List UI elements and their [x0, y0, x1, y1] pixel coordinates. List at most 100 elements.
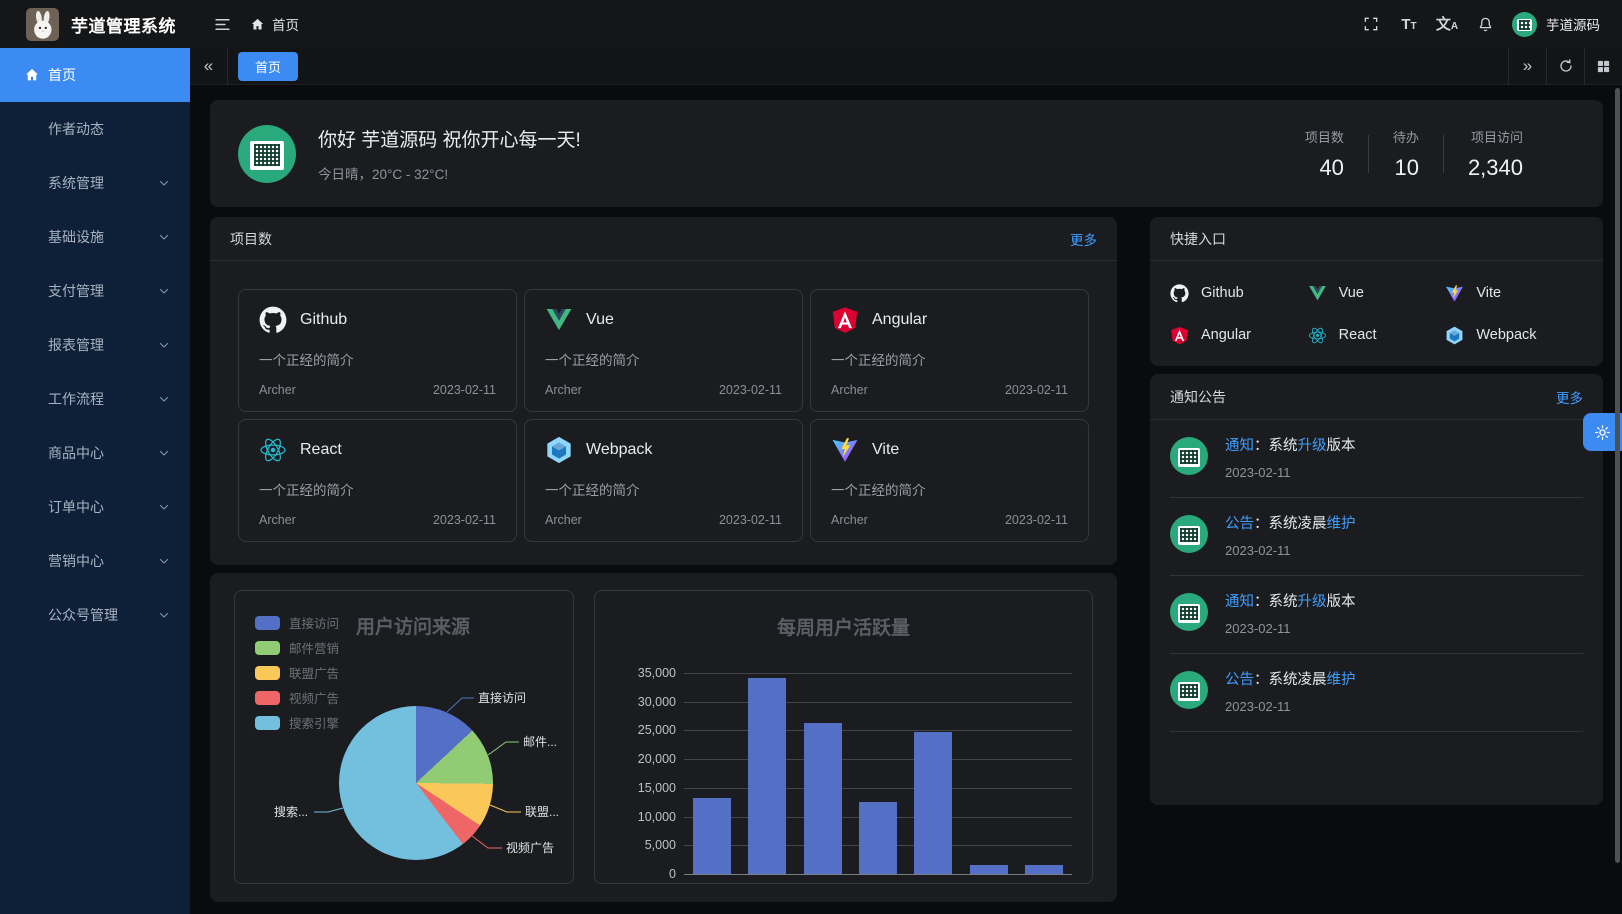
notice-text: 系统 — [1269, 438, 1298, 454]
project-name-row: React — [259, 436, 496, 464]
project-description: 一个正经的简介 — [259, 479, 496, 499]
tabs-scroll-left-icon[interactable]: « — [190, 48, 228, 85]
x-axis-tick-label: 周四 — [856, 879, 900, 884]
x-axis-labels: 周一周二周三周四周五周六周日 — [684, 879, 1072, 884]
notice-item[interactable]: 通知：系统升级版本2023-02-11 — [1170, 576, 1583, 654]
project-date: 2023-02-11 — [719, 383, 782, 397]
notice-link[interactable]: 公告 — [1225, 672, 1254, 688]
project-description: 一个正经的简介 — [545, 479, 782, 499]
shortcut-Vue[interactable]: Vue — [1308, 276, 1446, 310]
sidebar-item-报表管理[interactable]: 报表管理 — [0, 318, 190, 372]
sidebar-item-首页[interactable]: 首页 — [0, 48, 190, 102]
stat-label: 项目访问 — [1468, 127, 1523, 146]
notice-link[interactable]: 通知 — [1225, 594, 1254, 610]
notice-item[interactable]: 通知：系统升级版本2023-02-11 — [1170, 420, 1583, 498]
stat-label: 项目数 — [1305, 127, 1344, 146]
projects-more-link[interactable]: 更多 — [1070, 229, 1097, 249]
sidebar-item-商品中心[interactable]: 商品中心 — [0, 426, 190, 480]
bar-周三 — [804, 723, 842, 874]
notification-icon[interactable] — [1466, 0, 1504, 48]
shortcut-Angular[interactable]: Angular — [1170, 318, 1308, 352]
font-size-icon[interactable]: TT — [1390, 0, 1428, 48]
projects-card: 项目数 更多 Github一个正经的简介Archer2023-02-11Vue一… — [210, 217, 1117, 565]
sidebar-item-公众号管理[interactable]: 公众号管理 — [0, 588, 190, 642]
react-icon — [259, 436, 287, 464]
locale-icon[interactable]: 文A — [1428, 0, 1466, 48]
username[interactable]: 芋道源码 — [1546, 14, 1600, 34]
pie-chart: 用户访问来源 直接访问邮件营销联盟广告视频广告搜索引擎 直接访问邮件...联盟.… — [234, 590, 574, 884]
notice-item[interactable]: 公告：系统凌晨维护2023-02-11 — [1170, 498, 1583, 576]
shortcut-label: React — [1339, 327, 1377, 343]
sidebar-item-基础设施[interactable]: 基础设施 — [0, 210, 190, 264]
menu-fold-icon[interactable] — [210, 12, 234, 36]
user-avatar[interactable] — [1512, 12, 1537, 37]
notices-more-link[interactable]: 更多 — [1556, 387, 1583, 407]
content-columns: 项目数 更多 Github一个正经的简介Archer2023-02-11Vue一… — [210, 217, 1603, 902]
x-axis-tick-label: 周六 — [967, 879, 1011, 884]
project-card-Vite[interactable]: Vite一个正经的简介Archer2023-02-11 — [810, 419, 1089, 542]
pie-slice-label-邮件营销: 邮件... — [523, 735, 557, 749]
fullscreen-icon[interactable] — [1352, 0, 1390, 48]
scrollbar-thumb[interactable] — [1615, 88, 1620, 863]
greeting-stats: 项目数40待办10项目访问2,340 — [1281, 127, 1547, 181]
sidebar-item-订单中心[interactable]: 订单中心 — [0, 480, 190, 534]
notice-link[interactable]: 升级 — [1298, 594, 1327, 610]
notice-link[interactable]: 维护 — [1327, 516, 1356, 532]
projects-grid: Github一个正经的简介Archer2023-02-11Vue一个正经的简介A… — [238, 289, 1089, 542]
shortcut-Github[interactable]: Github — [1170, 276, 1308, 310]
notice-date: 2023-02-11 — [1225, 543, 1356, 558]
bar-周五 — [914, 732, 952, 874]
shortcut-label: Angular — [1201, 327, 1251, 343]
sidebar-item-支付管理[interactable]: 支付管理 — [0, 264, 190, 318]
shortcut-Webpack[interactable]: Webpack — [1445, 318, 1583, 352]
project-name: Webpack — [586, 441, 652, 459]
stat-value: 2,340 — [1468, 155, 1523, 181]
notice-title: 通知：系统升级版本 — [1225, 590, 1356, 611]
breadcrumb[interactable]: 首页 — [250, 14, 299, 34]
bar-周二 — [748, 678, 786, 874]
sidebar-item-label: 订单中心 — [48, 497, 104, 517]
x-axis-tick-label: 周一 — [690, 879, 734, 884]
layout-grid-icon[interactable] — [1584, 48, 1622, 85]
project-card-Angular[interactable]: Angular一个正经的简介Archer2023-02-11 — [810, 289, 1089, 412]
shortcut-Vite[interactable]: Vite — [1445, 276, 1583, 310]
sidebar-item-营销中心[interactable]: 营销中心 — [0, 534, 190, 588]
notice-link[interactable]: 升级 — [1298, 438, 1327, 454]
notice-item[interactable]: 公告：系统凌晨维护2023-02-11 — [1170, 654, 1583, 732]
project-author: Archer — [545, 513, 582, 527]
chevron-down-icon — [158, 447, 170, 459]
notice-link[interactable]: 维护 — [1327, 672, 1356, 688]
project-author: Archer — [545, 383, 582, 397]
notice-link[interactable]: 通知 — [1225, 438, 1254, 454]
project-card-Webpack[interactable]: Webpack一个正经的简介Archer2023-02-11 — [524, 419, 803, 542]
sidebar-item-系统管理[interactable]: 系统管理 — [0, 156, 190, 210]
left-column: 项目数 更多 Github一个正经的简介Archer2023-02-11Vue一… — [210, 217, 1117, 902]
sidebar-item-label: 商品中心 — [48, 443, 104, 463]
project-card-Github[interactable]: Github一个正经的简介Archer2023-02-11 — [238, 289, 517, 412]
react-icon — [1308, 326, 1327, 345]
shortcut-React[interactable]: React — [1308, 318, 1446, 352]
notice-link[interactable]: 公告 — [1225, 516, 1254, 532]
tab-home[interactable]: 首页 — [238, 52, 298, 81]
vite-icon — [1445, 284, 1464, 303]
refresh-icon[interactable] — [1546, 48, 1584, 85]
pie-slice-label-联盟广告: 联盟... — [525, 805, 559, 819]
bar-周四 — [859, 802, 897, 874]
sidebar-item-作者动态[interactable]: 作者动态 — [0, 102, 190, 156]
notice-avatar — [1170, 437, 1208, 475]
project-description: 一个正经的简介 — [831, 349, 1068, 369]
notice-text: ： — [1254, 516, 1269, 532]
notice-avatar — [1170, 671, 1208, 709]
notices-card-header: 通知公告 更多 — [1150, 374, 1603, 420]
bar-周六 — [970, 865, 1008, 874]
tabs-scroll-right-icon[interactable]: » — [1508, 48, 1546, 85]
x-axis-tick-label: 周二 — [745, 879, 789, 884]
project-name-row: Angular — [831, 306, 1068, 334]
project-date: 2023-02-11 — [1005, 383, 1068, 397]
greeting-subtitle: 今日晴，20°C - 32°C! — [318, 163, 581, 183]
angular-icon — [1170, 326, 1189, 345]
project-card-Vue[interactable]: Vue一个正经的简介Archer2023-02-11 — [524, 289, 803, 412]
project-card-React[interactable]: React一个正经的简介Archer2023-02-11 — [238, 419, 517, 542]
sidebar-item-label: 报表管理 — [48, 335, 104, 355]
sidebar-item-工作流程[interactable]: 工作流程 — [0, 372, 190, 426]
